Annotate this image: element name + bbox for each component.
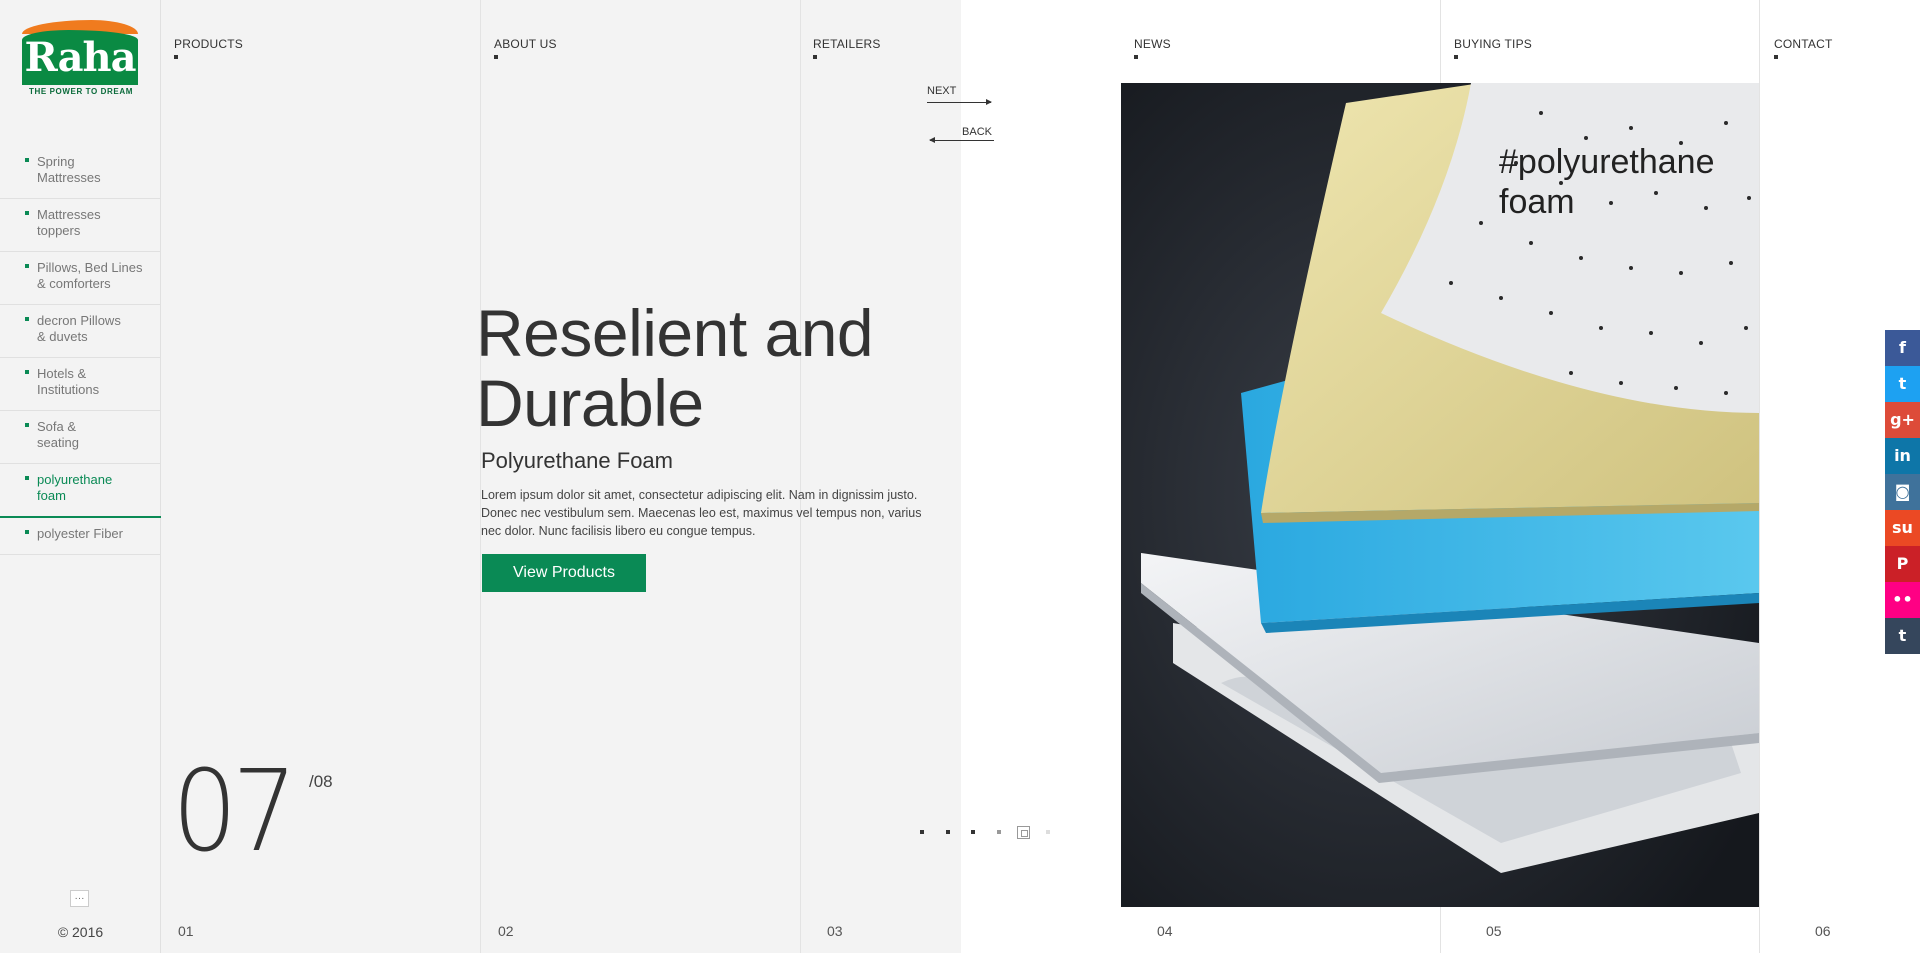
sidebar-item-mattresses-toppers[interactable]: Mattresses toppers — [0, 199, 161, 252]
pinterest-icon[interactable]: P — [1885, 546, 1920, 582]
hero-headline: Reselient and Durable — [476, 296, 874, 440]
nav-link-products[interactable]: PRODUCTS — [174, 37, 243, 59]
linkedin-icon[interactable]: in — [1885, 438, 1920, 474]
column-number: 03 — [827, 923, 843, 939]
google-plus-icon[interactable]: g+ — [1885, 402, 1920, 438]
hero-body-text: Lorem ipsum dolor sit amet, consectetur … — [481, 488, 922, 538]
view-products-button[interactable]: View Products — [482, 554, 646, 592]
arrow-right-icon — [927, 99, 992, 105]
nav-link-contact[interactable]: CONTACT — [1774, 37, 1833, 59]
pagination-dot[interactable] — [946, 830, 950, 834]
pagination-dot[interactable] — [997, 830, 1001, 834]
facebook-icon[interactable]: f — [1885, 330, 1920, 366]
sidebar-item-decron-pillows[interactable]: decron Pillows & duvets — [0, 305, 161, 358]
column-divider — [800, 0, 801, 953]
copyright-text: © 2016 — [57, 924, 104, 940]
sidebar-item-label: decron Pillows & duvets — [37, 313, 121, 344]
column-number: 02 — [498, 923, 514, 939]
stumbleupon-icon[interactable]: su — [1885, 510, 1920, 546]
sidebar-item-label: Sofa & seating — [37, 419, 79, 450]
sidebar-item-hotels-institutions[interactable]: Hotels & Institutions — [0, 358, 161, 411]
instagram-icon[interactable]: ◙ — [1885, 474, 1920, 510]
nav-link-retailers[interactable]: RETAILERS — [813, 37, 881, 59]
hero-hashtag: #polyurethane foam — [1499, 143, 1715, 221]
sidebar-item-sofa-seating[interactable]: Sofa & seating — [0, 411, 161, 464]
next-label: NEXT — [927, 85, 957, 97]
social-share-rail: f t g+ in ◙ su P •• t — [1885, 330, 1920, 654]
column-number: 05 — [1486, 923, 1502, 939]
twitter-icon[interactable]: t — [1885, 366, 1920, 402]
column-divider — [480, 0, 481, 953]
pagination-dot[interactable] — [920, 830, 924, 834]
sidebar-item-label: Mattresses toppers — [37, 207, 101, 238]
nav-link-about-us[interactable]: ABOUT US — [494, 37, 557, 59]
hero-subheading: Polyurethane Foam — [481, 448, 673, 473]
column-number: 04 — [1157, 923, 1173, 939]
nav-link-news[interactable]: NEWS — [1134, 37, 1171, 59]
pagination-dot-active[interactable] — [1017, 826, 1030, 839]
more-options-button[interactable]: ··· — [70, 890, 89, 907]
sidebar: Raha THE POWER TO DREAM Spring Mattresse… — [0, 0, 161, 953]
slide-current-number: 07 — [172, 747, 298, 877]
pagination-dot[interactable] — [971, 830, 975, 834]
back-slide-button[interactable]: BACK — [928, 126, 994, 148]
sidebar-item-label: polyester Fiber — [37, 526, 123, 541]
column-number: 01 — [178, 923, 194, 939]
sidebar-item-label: Hotels & Institutions — [37, 366, 100, 397]
pagination-dot[interactable] — [1046, 830, 1050, 834]
slide-total-number: /08 — [309, 772, 333, 791]
sidebar-item-label: Spring Mattresses — [37, 154, 101, 185]
sidebar-item-label: polyurethane foam — [37, 472, 113, 503]
tumblr-icon[interactable]: t — [1885, 618, 1920, 654]
sidebar-item-pillows-bed-lines[interactable]: Pillows, Bed Lines & comforters — [0, 252, 161, 305]
back-label: BACK — [962, 126, 992, 138]
column-number: 06 — [1815, 923, 1831, 939]
category-nav: Spring Mattresses Mattresses toppers Pil… — [0, 146, 161, 555]
sidebar-item-spring-mattresses[interactable]: Spring Mattresses — [0, 146, 161, 199]
logo-tagline: THE POWER TO DREAM — [29, 87, 133, 96]
raha-logo[interactable]: Raha THE POWER TO DREAM — [22, 20, 140, 98]
arrow-left-icon — [929, 137, 994, 143]
sidebar-item-polyurethane-foam[interactable]: polyurethane foam — [0, 464, 161, 518]
column-divider — [1759, 0, 1760, 953]
flickr-icon[interactable]: •• — [1885, 582, 1920, 618]
sidebar-item-polyester-fiber[interactable]: polyester Fiber — [0, 518, 161, 555]
next-slide-button[interactable]: NEXT — [927, 85, 993, 107]
nav-link-buying-tips[interactable]: BUYING TIPS — [1454, 37, 1532, 59]
logo-wordmark: Raha — [24, 34, 136, 81]
sidebar-item-label: Pillows, Bed Lines & comforters — [37, 260, 143, 291]
